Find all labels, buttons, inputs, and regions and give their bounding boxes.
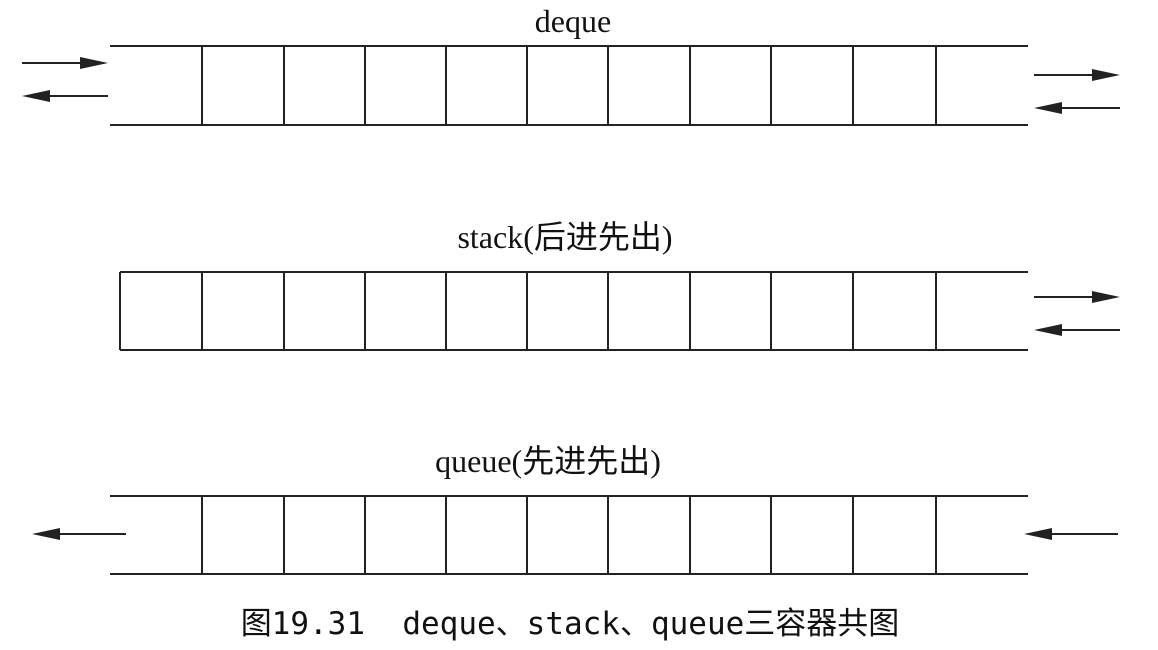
deque-right-in-arrow-icon bbox=[1034, 102, 1120, 114]
queue-row: queue(先进先出) bbox=[32, 443, 1118, 575]
deque-cells bbox=[110, 45, 1028, 126]
stack-title: stack(后进先出) bbox=[457, 219, 672, 255]
deque-left-out-arrow-icon bbox=[22, 90, 108, 102]
stack-right-out-arrow-icon bbox=[1034, 291, 1120, 303]
container-diagram: deque stack(后进先出) queue(先进先出) 图19.31 deq… bbox=[22, 3, 1120, 642]
queue-cells bbox=[110, 495, 1028, 575]
deque-title: deque bbox=[535, 3, 611, 39]
queue-title: queue(先进先出) bbox=[435, 443, 661, 479]
stack-cells bbox=[119, 271, 1028, 351]
figure-caption: 图19.31 deque、stack、queue三容器共图 bbox=[241, 606, 900, 642]
stack-right-in-arrow-icon bbox=[1034, 324, 1120, 336]
deque-left-in-arrow-icon bbox=[22, 57, 108, 69]
stack-row: stack(后进先出) bbox=[119, 219, 1120, 351]
deque-right-out-arrow-icon bbox=[1034, 69, 1120, 81]
queue-right-in-arrow-icon bbox=[1024, 528, 1118, 540]
queue-left-out-arrow-icon bbox=[32, 528, 126, 540]
deque-row: deque bbox=[22, 3, 1120, 126]
